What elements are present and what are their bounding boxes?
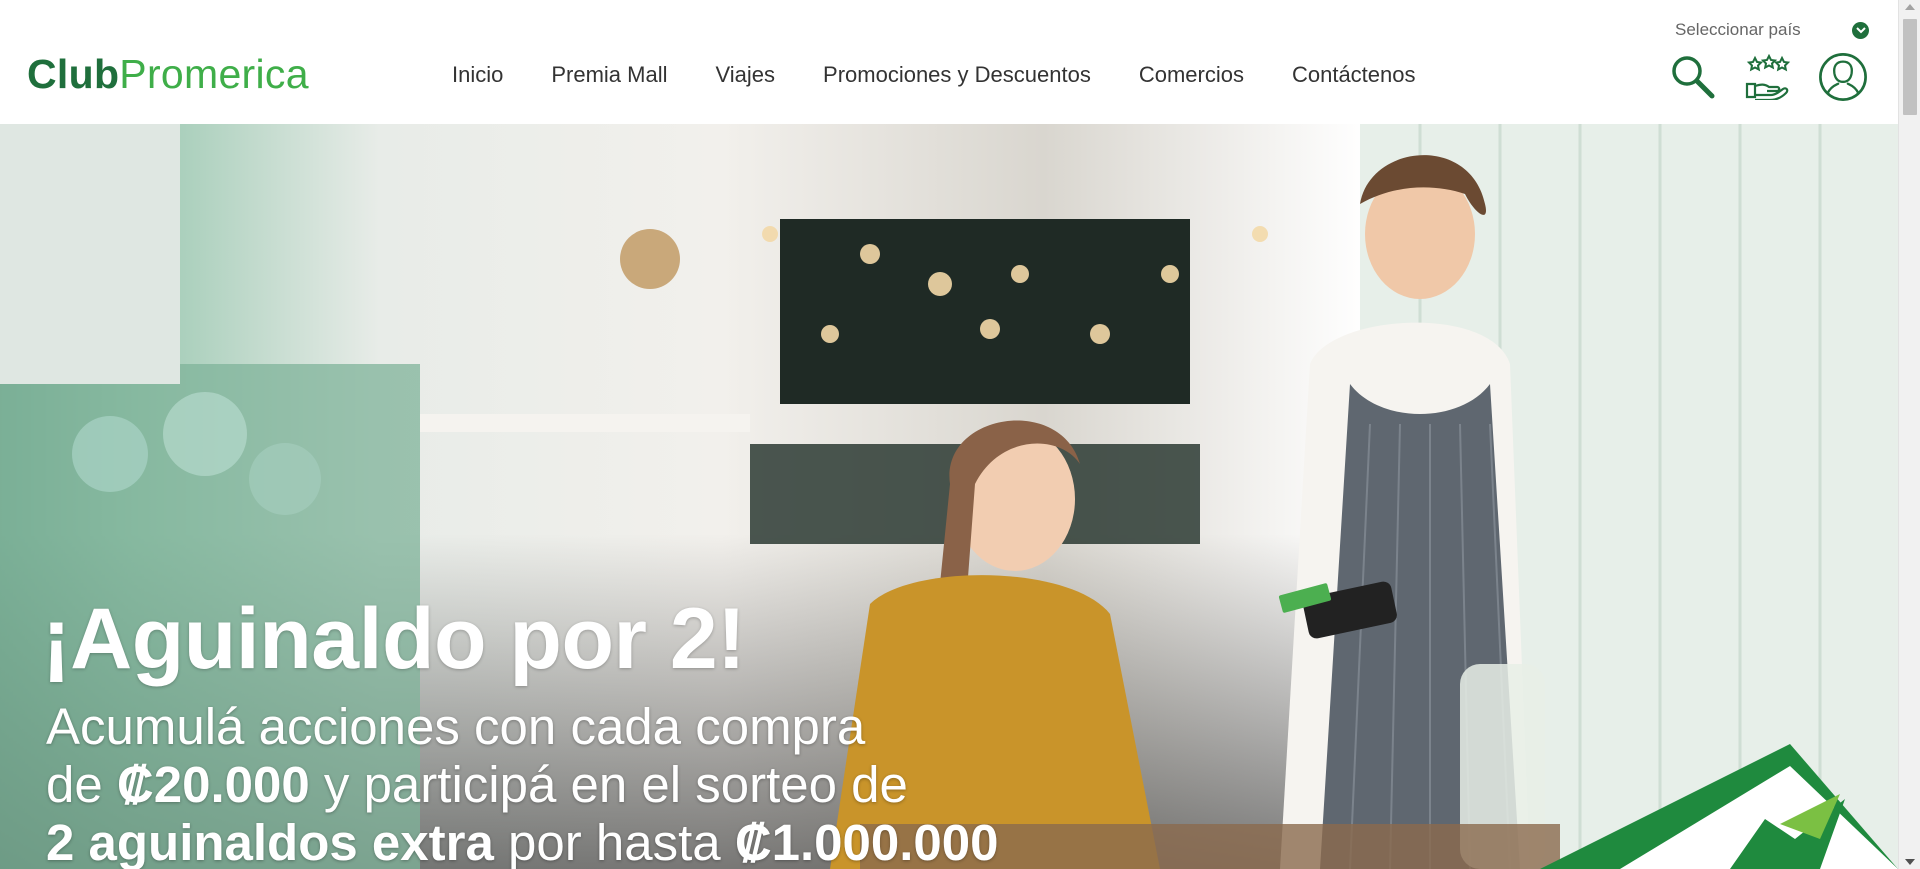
hero-line-1: Acumulá acciones con cada compra	[46, 698, 866, 755]
hero-amount-1000000: ₡1.000.000	[734, 814, 999, 869]
page: ClubPromerica Inicio Premia Mall Viajes …	[0, 0, 1920, 869]
account-button[interactable]	[1818, 52, 1868, 102]
search-button[interactable]	[1668, 52, 1718, 102]
user-account-icon	[1819, 53, 1867, 101]
site-header: ClubPromerica Inicio Premia Mall Viajes …	[0, 0, 1898, 124]
hero-banner[interactable]: ¡Aguinaldo por 2! Acumulá acciones con c…	[0, 124, 1898, 869]
scroll-up-arrow-icon[interactable]	[1905, 4, 1915, 10]
scroll-down-arrow-icon[interactable]	[1905, 859, 1915, 865]
page-scrollbar[interactable]	[1898, 0, 1920, 869]
hero-description: Acumulá acciones con cada compra de ₡20.…	[46, 698, 999, 869]
hero-title: ¡Aguinaldo por 2!	[42, 591, 746, 687]
nav-item-premia-mall[interactable]: Premia Mall	[551, 60, 667, 90]
logo-club-text: Club	[27, 51, 120, 97]
nav-item-contactenos[interactable]: Contáctenos	[1292, 60, 1416, 90]
rewards-hand-icon	[1745, 54, 1791, 100]
nav-item-comercios[interactable]: Comercios	[1139, 60, 1244, 90]
search-icon	[1672, 56, 1715, 99]
nav-item-viajes[interactable]: Viajes	[716, 60, 776, 90]
rewards-button[interactable]	[1742, 52, 1792, 102]
main-nav: Inicio Premia Mall Viajes Promociones y …	[452, 60, 1416, 90]
hero-line-3-mid: por hasta	[493, 814, 735, 869]
nav-item-promociones[interactable]: Promociones y Descuentos	[823, 60, 1091, 90]
nav-item-inicio[interactable]: Inicio	[452, 60, 503, 90]
scroll-thumb[interactable]	[1903, 19, 1917, 115]
hero-aguinaldos-extra: 2 aguinaldos extra	[46, 814, 494, 869]
hero-line-2-post: y participá en el sorteo de	[309, 756, 908, 813]
hero-line-2: de ₡20.000 y participá en el sorteo de	[46, 756, 999, 814]
hero-line-2-pre: de	[46, 756, 117, 813]
hero-line-3: 2 aguinaldos extra por hasta ₡1.000.000	[46, 814, 999, 869]
logo-promerica-text: Promerica	[119, 51, 309, 97]
hero-amount-20000: ₡20.000	[116, 756, 310, 813]
country-selector[interactable]: Seleccionar país	[1675, 19, 1869, 41]
club-promerica-logo[interactable]: ClubPromerica	[27, 50, 309, 98]
chevron-down-icon	[1852, 22, 1869, 39]
country-selector-label: Seleccionar país	[1675, 20, 1801, 39]
